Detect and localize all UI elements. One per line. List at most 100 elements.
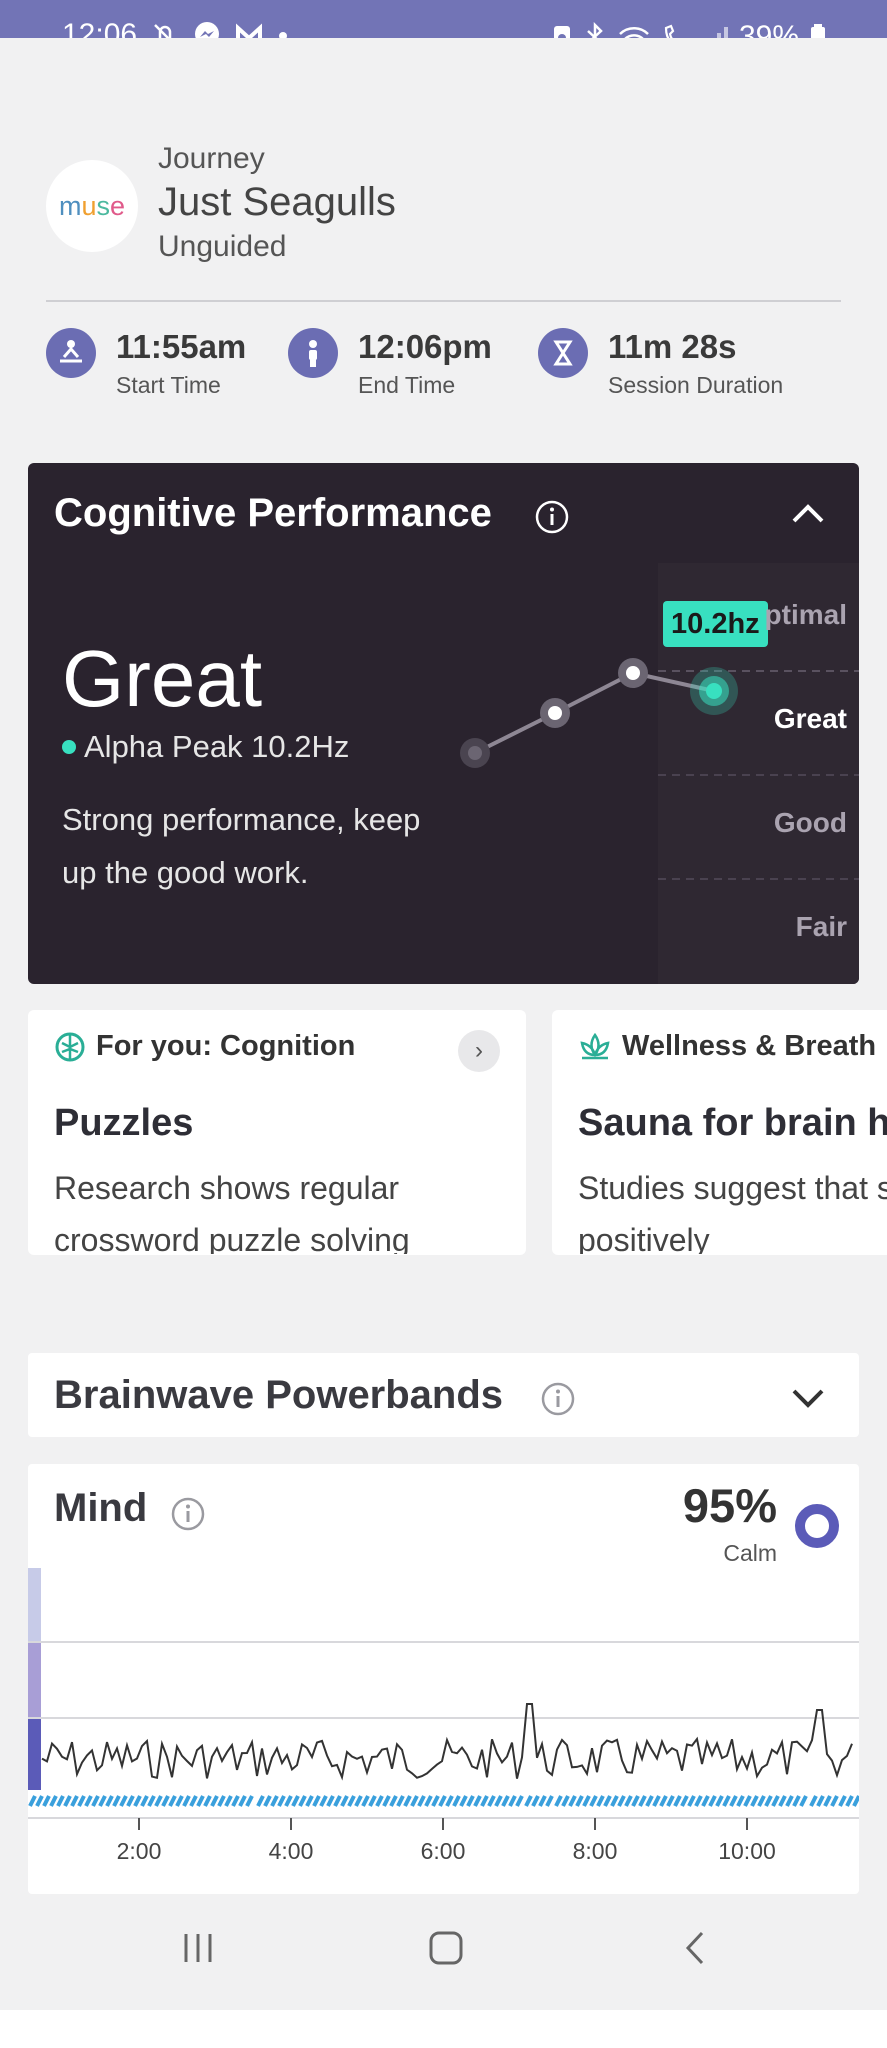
session-page: muse Journey Just Seagulls Unguided 11:5… xyxy=(0,38,887,2010)
session-subtitle: Unguided xyxy=(158,230,287,263)
calm-dash xyxy=(638,1795,647,1807)
calm-dash xyxy=(473,1795,482,1807)
brain-icon xyxy=(55,1032,85,1061)
session-title: Just Seagulls xyxy=(158,180,396,224)
calm-dash xyxy=(680,1795,689,1807)
calm-dash xyxy=(49,1795,58,1807)
recent-apps-icon[interactable] xyxy=(178,1928,218,1968)
calm-dash xyxy=(480,1795,489,1807)
calm-dash xyxy=(722,1795,731,1807)
level-label-great: Great xyxy=(773,703,847,734)
calm-dash xyxy=(147,1795,156,1807)
calm-dash xyxy=(126,1795,135,1807)
calm-dash xyxy=(203,1795,212,1807)
calm-dash xyxy=(231,1795,240,1807)
chevron-right-icon[interactable]: › xyxy=(458,1030,500,1072)
calm-dash xyxy=(750,1795,759,1807)
calm-dash xyxy=(28,1795,37,1807)
calm-dash xyxy=(830,1795,839,1807)
calm-dash xyxy=(673,1795,682,1807)
header-divider xyxy=(46,300,841,302)
suggestion-card-wellness[interactable]: Wellness & Breath Sauna for brain h Stud… xyxy=(552,1010,887,1255)
suggestion-tag: For you: Cognition xyxy=(54,1030,355,1063)
calm-dash xyxy=(823,1795,832,1807)
info-icon[interactable] xyxy=(170,1496,206,1532)
calm-dash xyxy=(515,1795,524,1807)
lotus-icon xyxy=(580,1032,610,1059)
level-label-good: Good xyxy=(773,807,847,838)
chevron-up-icon[interactable] xyxy=(788,499,828,529)
calm-dash xyxy=(568,1795,577,1807)
calm-dash xyxy=(554,1795,563,1807)
calm-dash xyxy=(785,1795,794,1807)
calm-label: Calm xyxy=(723,1540,777,1566)
back-icon[interactable] xyxy=(676,1928,716,1968)
x-tick-label: 10:00 xyxy=(718,1838,776,1864)
calm-dash xyxy=(98,1795,107,1807)
calm-dash xyxy=(424,1795,433,1807)
calm-dash xyxy=(382,1795,391,1807)
home-icon[interactable] xyxy=(426,1928,466,1968)
calm-dash xyxy=(56,1795,65,1807)
chevron-down-icon[interactable] xyxy=(788,1383,828,1413)
hourglass-icon xyxy=(538,328,588,378)
suggestion-tag: Wellness & Breath xyxy=(578,1030,876,1063)
brainwave-powerbands-section[interactable]: Brainwave Powerbands xyxy=(28,1353,859,1437)
calm-dash xyxy=(196,1795,205,1807)
stat-label: Start Time xyxy=(116,372,221,398)
info-icon[interactable] xyxy=(540,1381,576,1417)
calm-dash xyxy=(701,1795,710,1807)
calm-dash xyxy=(589,1795,598,1807)
x-tick-label: 2:00 xyxy=(116,1838,162,1864)
calm-dash xyxy=(361,1795,370,1807)
system-nav-bar xyxy=(0,1898,887,2010)
calm-dash xyxy=(596,1795,605,1807)
stat-value: 12:06pm xyxy=(358,328,492,365)
calm-dash xyxy=(687,1795,696,1807)
calm-dash xyxy=(792,1795,801,1807)
calm-dash xyxy=(715,1795,724,1807)
suggestion-card-cognition[interactable]: For you: Cognition › Puzzles Research sh… xyxy=(28,1010,526,1255)
teal-dot-icon xyxy=(62,740,76,754)
calm-percentage: 95% xyxy=(682,1479,777,1532)
x-tick-label: 4:00 xyxy=(268,1838,314,1864)
level-label-optimal: ptimal xyxy=(764,599,847,630)
calm-dash xyxy=(799,1795,808,1807)
stat-label: End Time xyxy=(358,372,456,398)
calm-dash xyxy=(189,1795,198,1807)
calm-dash xyxy=(582,1795,591,1807)
calm-dash xyxy=(112,1795,121,1807)
calm-dash xyxy=(263,1795,272,1807)
stat-label: Session Duration xyxy=(608,372,784,398)
calm-dash xyxy=(105,1795,114,1807)
info-icon[interactable] xyxy=(534,499,570,535)
calm-dash xyxy=(771,1795,780,1807)
calm-dash xyxy=(312,1795,321,1807)
calm-dash xyxy=(575,1795,584,1807)
suggestion-title: Sauna for brain h xyxy=(578,1102,887,1144)
mind-signal-line xyxy=(41,1703,853,1781)
calm-dash xyxy=(524,1795,533,1807)
calm-dash xyxy=(617,1795,626,1807)
calm-dash xyxy=(778,1795,787,1807)
calm-dash xyxy=(809,1795,818,1807)
calm-dash xyxy=(438,1795,447,1807)
calm-dash xyxy=(538,1795,547,1807)
calm-dash xyxy=(91,1795,100,1807)
person-icon xyxy=(288,328,338,378)
calm-dash xyxy=(245,1795,254,1807)
alpha-peak: Alpha Peak 10.2Hz xyxy=(62,729,349,765)
calm-dash xyxy=(561,1795,570,1807)
cognitive-title: Cognitive Performance xyxy=(54,491,492,535)
journey-label: Journey xyxy=(158,142,265,175)
calm-recovery-bar xyxy=(28,1795,859,1807)
suggestion-body: Research shows regular crossword puzzle … xyxy=(54,1170,410,1254)
band-calm xyxy=(28,1718,41,1790)
calm-dash xyxy=(729,1795,738,1807)
calm-dash xyxy=(375,1795,384,1807)
cognitive-description: Strong performance, keep up the good wor… xyxy=(62,802,421,890)
calm-dash xyxy=(452,1795,461,1807)
calm-dash xyxy=(487,1795,496,1807)
calm-dash xyxy=(326,1795,335,1807)
calm-dash xyxy=(340,1795,349,1807)
